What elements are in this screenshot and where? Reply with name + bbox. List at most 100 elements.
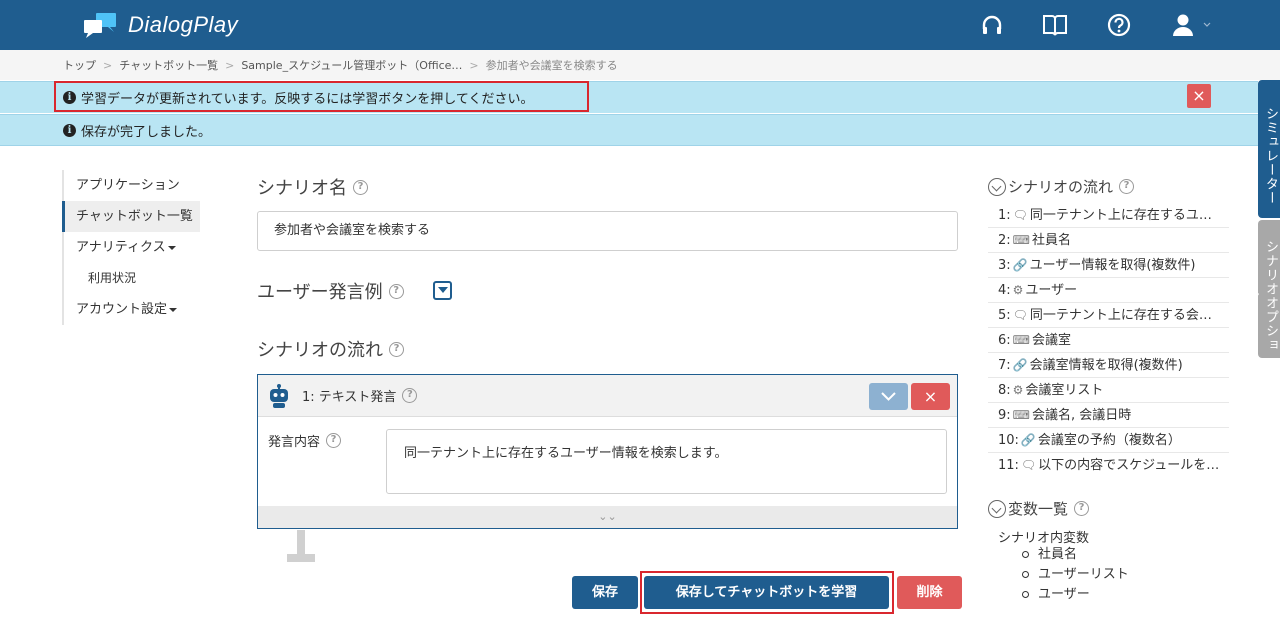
flow-outline-item[interactable]: 7: 🔗 会議室情報を取得(複数件)	[988, 353, 1229, 378]
variable-name: ユーザー	[1038, 587, 1090, 602]
gear-icon: ⚙	[1012, 383, 1024, 397]
breadcrumb: トップ > チャットボット一覧 > Sample_スケジュール管理ボット（Off…	[0, 50, 1280, 80]
scenario-options-tab[interactable]: シナリオオプション	[1244, 220, 1280, 358]
flow-outline-item[interactable]: 8: ⚙ 会議室リスト	[988, 378, 1229, 403]
bullet-icon	[1022, 551, 1029, 558]
flow-outline-title: シナリオの流れ	[1008, 178, 1114, 196]
flow-heading: シナリオの流れ ?	[257, 336, 404, 362]
help-question-icon[interactable]: ?	[326, 433, 342, 448]
sidebar-nav: アプリケーション チャットボット一覧 アナリティクス 利用状況 アカウント設定	[62, 170, 200, 325]
training-alert-highlight	[54, 81, 589, 112]
scenario-variables-subheading: シナリオ内変数	[998, 531, 1090, 546]
variable-item: ユーザー	[1022, 585, 1129, 605]
speech-bubble-icon: 🗨	[1012, 208, 1028, 222]
flow-outline-item[interactable]: 11: 🗨 以下の内容でスケジュールを…	[988, 453, 1229, 478]
flow-step-card: 1: テキスト発言 ? × 発言内容 ? 同一テナント上に存在するユーザー情報を…	[257, 374, 958, 529]
breadcrumb-separator: >	[103, 58, 113, 72]
app-logo[interactable]: DialogPlay	[82, 12, 238, 38]
help-question-icon[interactable]: ?	[389, 341, 404, 357]
help-question-icon[interactable]: ?	[402, 388, 418, 403]
flow-outline-item[interactable]: 3: 🔗 ユーザー情報を取得(複数件)	[988, 253, 1229, 278]
help-question-icon[interactable]: ?	[1074, 501, 1090, 516]
caret-down-icon	[169, 307, 178, 312]
step-text: 社員名	[1031, 233, 1071, 248]
sidebar-item-analytics[interactable]: アナリティクス	[62, 232, 200, 263]
user-account-icon[interactable]	[1170, 12, 1214, 38]
keyboard-icon: ⌨	[1012, 333, 1030, 347]
flow-outline-item[interactable]: 6: ⌨ 会議室	[988, 328, 1229, 353]
step-number: 11:	[998, 458, 1019, 473]
keyboard-icon: ⌨	[1012, 408, 1030, 422]
utterance-textarea[interactable]: 同一テナント上に存在するユーザー情報を検索します。	[386, 429, 947, 494]
expand-examples-button[interactable]	[433, 281, 452, 300]
variables-list: 社員名 ユーザーリスト ユーザー	[1022, 545, 1129, 605]
flow-outline-item[interactable]: 1: 🗨 同一テナント上に存在するユ…	[988, 203, 1229, 228]
flow-outline-item[interactable]: 10: 🔗 会議室の予約（複数名）	[988, 428, 1229, 453]
sidebar-item-applications[interactable]: アプリケーション	[62, 170, 200, 201]
breadcrumb-bot[interactable]: Sample_スケジュール管理ボット（Office…	[241, 57, 462, 73]
step-number: 1:	[998, 208, 1011, 223]
step-text: 会議室の予約（複数名）	[1037, 433, 1181, 448]
breadcrumb-top[interactable]: トップ	[63, 57, 96, 73]
variables-heading[interactable]: 変数一覧 ?	[988, 498, 1090, 519]
step-number: 3:	[998, 258, 1011, 273]
sidebar-item-label: アプリケーション	[76, 178, 180, 193]
breadcrumb-current: 参加者や会議室を検索する	[485, 59, 618, 72]
book-icon[interactable]	[1042, 12, 1068, 38]
save-and-learn-button[interactable]: 保存してチャットボットを学習	[644, 576, 889, 609]
variables-title: 変数一覧	[1008, 500, 1069, 518]
expand-step-bar[interactable]: ⌄⌄	[258, 506, 957, 528]
variable-name: 社員名	[1038, 547, 1078, 562]
robot-icon	[268, 383, 290, 408]
link-icon: 🔗	[1012, 358, 1028, 372]
sidebar-item-chatbot-list[interactable]: チャットボット一覧	[62, 201, 200, 232]
variable-item: ユーザーリスト	[1022, 565, 1129, 585]
breadcrumb-separator: >	[225, 58, 235, 72]
help-question-icon[interactable]: ?	[388, 283, 404, 299]
simulator-tab[interactable]: シミュレーター	[1258, 80, 1280, 218]
flow-label: シナリオの流れ	[257, 340, 383, 361]
step-text: 以下の内容でスケジュールを…	[1038, 458, 1220, 473]
step-number: 6:	[998, 333, 1011, 348]
delete-step-button[interactable]: ×	[911, 383, 950, 410]
breadcrumb-chatbot-list[interactable]: チャットボット一覧	[119, 57, 218, 73]
alert-close-button[interactable]: ×	[1187, 84, 1211, 108]
utterance-label: 発言内容	[268, 435, 321, 450]
step-text: 同一テナント上に存在する会…	[1029, 308, 1212, 323]
variable-name: ユーザーリスト	[1038, 567, 1129, 582]
delete-button[interactable]: 削除	[897, 576, 962, 609]
sidebar-item-account-settings[interactable]: アカウント設定	[62, 294, 200, 325]
breadcrumb-separator: >	[469, 58, 479, 72]
sidebar-item-usage[interactable]: 利用状況	[62, 263, 200, 294]
help-question-icon[interactable]: ?	[1119, 179, 1135, 194]
help-question-icon[interactable]: ?	[353, 179, 368, 195]
step-number: 10:	[998, 433, 1019, 448]
flow-outline-heading[interactable]: シナリオの流れ ?	[988, 176, 1135, 197]
step-number: 9:	[998, 408, 1011, 423]
caret-down-icon	[167, 245, 176, 250]
flow-outline-item[interactable]: 4: ⚙ ユーザー	[988, 278, 1229, 303]
help-icon[interactable]	[1106, 12, 1132, 38]
scenario-name-input[interactable]: 参加者や会議室を検索する	[257, 211, 958, 251]
sidebar-item-label: チャットボット一覧	[76, 209, 193, 224]
step-text: 同一テナント上に存在するユ…	[1029, 208, 1212, 223]
user-examples-label: ユーザー発言例	[257, 282, 383, 303]
flow-outline-item[interactable]: 2: ⌨ 社員名	[988, 228, 1229, 253]
flow-outline-item[interactable]: 9: ⌨ 会議名, 会議日時	[988, 403, 1229, 428]
collapse-step-button[interactable]	[869, 383, 908, 410]
app-name: DialogPlay	[128, 12, 239, 37]
save-button[interactable]: 保存	[572, 576, 638, 609]
collapse-circle-icon	[988, 499, 1006, 518]
link-icon: 🔗	[1020, 433, 1036, 447]
headset-icon[interactable]	[979, 12, 1005, 38]
flow-connector	[297, 530, 305, 554]
flow-step-title: 1: テキスト発言	[302, 390, 397, 405]
flow-outline-item[interactable]: 5: 🗨 同一テナント上に存在する会…	[988, 303, 1229, 328]
speech-bubble-icon: 🗨	[1020, 458, 1037, 472]
keyboard-icon: ⌨	[1012, 233, 1030, 247]
flow-step-header: 1: テキスト発言 ? ×	[258, 375, 957, 417]
link-icon: 🔗	[1012, 258, 1028, 272]
step-text: ユーザー情報を取得(複数件)	[1029, 258, 1196, 273]
scenario-name-label: シナリオ名	[257, 178, 347, 199]
step-number: 2:	[998, 233, 1011, 248]
